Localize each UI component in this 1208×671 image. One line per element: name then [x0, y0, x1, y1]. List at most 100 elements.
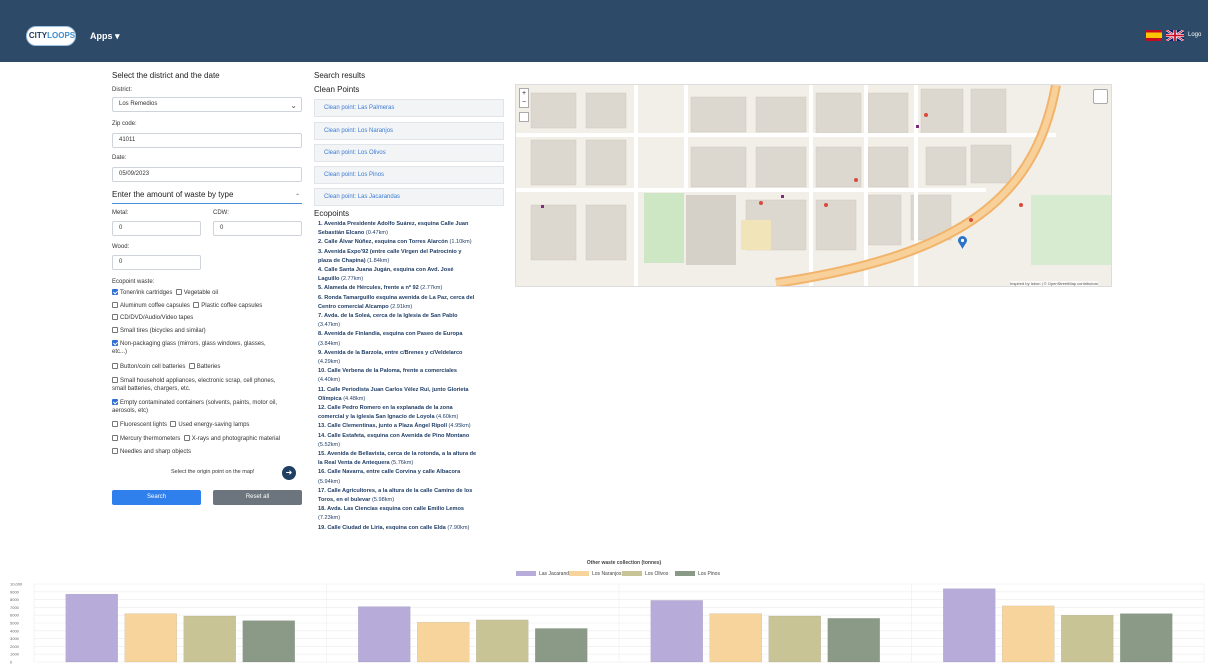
ecopoint-line[interactable]: Olímpica (4.48km): [318, 395, 508, 403]
ecopoint-line[interactable]: (5.94km): [318, 478, 508, 486]
ecopoint-line[interactable]: plaza de Chapina) (1.84km): [318, 257, 508, 265]
ecopoint-line[interactable]: 19. Calle Ciudad de Liria, esquina con c…: [318, 524, 508, 532]
checkbox[interactable]: [112, 302, 118, 308]
checkbox[interactable]: [112, 377, 118, 383]
ecopoint-line[interactable]: 6. Ronda Tamarguillo esquina avenida de …: [318, 294, 508, 302]
ecopoint-line[interactable]: 11. Calle Periodista Juan Carlos Vélez R…: [318, 386, 508, 394]
checkbox[interactable]: [112, 289, 118, 295]
clean-point-item[interactable]: Clean point: Los Olivos: [314, 144, 504, 162]
ecopoint-line[interactable]: 4. Calle Santa Juana Jugán, esquina con …: [318, 266, 508, 274]
bar-los-pinos[interactable]: [1120, 613, 1173, 663]
checkbox-row[interactable]: Toner/ink cartridges Vegetable oil: [112, 289, 302, 297]
checkbox[interactable]: [112, 421, 118, 427]
checkbox-row[interactable]: Small tires (bicycles and similar): [112, 327, 302, 335]
bar-los-pinos[interactable]: [535, 628, 588, 663]
collapse-icon[interactable]: ⌃: [295, 193, 300, 200]
date-input[interactable]: 05/09/2023: [112, 167, 302, 182]
ecopoint-line[interactable]: 9. Avenida de la Barzola, entre c/Brenes…: [318, 349, 508, 357]
ecopoint-line[interactable]: 12. Calle Pedro Romero en la explanada d…: [318, 404, 508, 412]
ecopoint-line[interactable]: (3.84km): [318, 340, 508, 348]
spanish-flag-icon[interactable]: [1146, 30, 1162, 41]
clean-point-item[interactable]: Clean point: Los Naranjos: [314, 122, 504, 140]
checkbox[interactable]: [112, 340, 118, 346]
bar-los-olivos[interactable]: [476, 619, 529, 663]
uk-flag-icon[interactable]: [1166, 30, 1184, 41]
checkbox-row[interactable]: Aluminum coffee capsules Plastic coffee …: [112, 302, 302, 310]
apps-menu[interactable]: Apps ▾: [90, 31, 120, 42]
ecopoint-line[interactable]: 5. Alameda de Hércules, frente a nº 92 (…: [318, 284, 508, 292]
checkbox[interactable]: [112, 399, 118, 405]
ecopoint-line[interactable]: 17. Calle Agricultores, a la altura de l…: [318, 487, 508, 495]
ecopoint-line[interactable]: 1. Avenida Presidente Adolfo Suárez, esq…: [318, 220, 508, 228]
bar-los-naranjos[interactable]: [709, 613, 762, 663]
ecopoint-line[interactable]: 10. Calle Verbena de la Paloma, frente a…: [318, 367, 508, 375]
ecopoint-line[interactable]: Centro comercial Alcampo (2.91km): [318, 303, 508, 311]
ecopoint-line[interactable]: Sebastián Elcano (0.47km): [318, 229, 508, 237]
ecopoint-line[interactable]: comercial y la iglesia San Ignacio de Lo…: [318, 413, 508, 421]
logout-link[interactable]: Logo: [1188, 32, 1201, 38]
clean-point-item[interactable]: Clean point: Las Jacarandas: [314, 188, 504, 206]
bar-las-jacarandas[interactable]: [358, 606, 411, 663]
bar-los-naranjos[interactable]: [124, 613, 177, 663]
zip-input[interactable]: 41011: [112, 133, 302, 148]
checkbox[interactable]: [175, 289, 182, 295]
checkbox-row[interactable]: Needles and sharp objects: [112, 448, 302, 456]
bar-las-jacarandas[interactable]: [943, 588, 996, 663]
ecopoint-line[interactable]: 15. Avenida de Bellavista, cerca de la r…: [318, 450, 508, 458]
checkbox-row[interactable]: Button/coin cell batteries Batteries: [112, 363, 302, 371]
bar-los-naranjos[interactable]: [417, 621, 470, 663]
arrow-right-icon[interactable]: ➜: [282, 466, 296, 480]
bar-los-olivos[interactable]: [183, 615, 236, 663]
checkbox-row[interactable]: Mercury thermometers X-rays and photogra…: [112, 435, 302, 443]
bar-los-pinos[interactable]: [827, 618, 880, 663]
bar-las-jacarandas[interactable]: [650, 600, 703, 663]
reset-all-button[interactable]: Reset all: [213, 490, 302, 505]
ecopoint-line[interactable]: 13. Calle Clementinas, junto a Plaza Áng…: [318, 422, 508, 430]
map-view[interactable]: [515, 84, 1112, 287]
clean-point-item[interactable]: Clean point: Los Pinos: [314, 166, 504, 184]
checkbox[interactable]: [188, 363, 195, 369]
clean-point-item[interactable]: Clean point: Las Palmeras: [314, 99, 504, 117]
legend-item[interactable]: Los Olivos: [622, 571, 668, 577]
ecopoint-line[interactable]: 18. Avda. Las Ciencias esquina con calle…: [318, 505, 508, 513]
ecopoint-line[interactable]: Toros, en el bulevar (5.98km): [318, 496, 508, 504]
ecopoint-line[interactable]: 2. Calle Álvar Núñez, esquina con Torres…: [318, 238, 508, 246]
ecopoint-line[interactable]: 14. Calle Estafeta, esquina con Avenida …: [318, 432, 508, 440]
wood-input[interactable]: 0: [112, 255, 201, 270]
bar-los-olivos[interactable]: [768, 615, 821, 663]
cdw-input[interactable]: 0: [213, 221, 302, 236]
ecopoint-line[interactable]: 16. Calle Navarra, entre calle Corvina y…: [318, 468, 508, 476]
ecopoint-line[interactable]: la Real Venta de Antequera (5.76km): [318, 459, 508, 467]
ecopoint-line[interactable]: 8. Avenida de Finlandia, esquina con Pas…: [318, 330, 508, 338]
ecopoint-line[interactable]: (3.47km): [318, 321, 508, 329]
checkbox-row[interactable]: CD/DVD/Audio/Video tapes: [112, 314, 302, 322]
checkbox-row[interactable]: Small household appliances, electronic s…: [112, 377, 302, 393]
checkbox[interactable]: [112, 327, 118, 333]
checkbox-row[interactable]: Non-packaging glass (mirrors, glass wind…: [112, 340, 302, 356]
checkbox[interactable]: [193, 302, 200, 308]
fullscreen-icon[interactable]: [519, 112, 529, 122]
zoom-out-button[interactable]: −: [520, 98, 528, 107]
bar-los-olivos[interactable]: [1061, 614, 1114, 663]
zoom-control[interactable]: + −: [519, 88, 529, 108]
checkbox-row[interactable]: Empty contaminated containers (solvents,…: [112, 399, 302, 415]
legend-item[interactable]: Los Naranjos: [569, 571, 621, 577]
checkbox[interactable]: [112, 448, 118, 454]
checkbox-row[interactable]: Fluorescent lights Used energy-saving la…: [112, 421, 302, 429]
district-select[interactable]: Los Remedios ⌄: [112, 97, 302, 112]
legend-item[interactable]: Las Jacarandas: [516, 571, 574, 577]
bar-los-pinos[interactable]: [242, 620, 295, 663]
ecopoint-line[interactable]: (4.29km): [318, 358, 508, 366]
ecopoint-line[interactable]: 3. Avenida Expo'92 (entre calle Virgen d…: [318, 248, 508, 256]
ecopoint-line[interactable]: (5.52km): [318, 441, 508, 449]
checkbox[interactable]: [112, 363, 118, 369]
legend-item[interactable]: Los Pinos: [675, 571, 720, 577]
map-attribution[interactable]: Inspired by Isbon | © OpenStreetMap cont…: [1010, 281, 1099, 286]
bar-los-naranjos[interactable]: [1002, 605, 1055, 663]
checkbox[interactable]: [112, 435, 118, 441]
ecopoint-line[interactable]: (4.40km): [318, 376, 508, 384]
zoom-in-button[interactable]: +: [520, 89, 528, 98]
ecopoint-line[interactable]: Laguillo (2.77km): [318, 275, 508, 283]
checkbox[interactable]: [183, 435, 190, 441]
ecopoint-line[interactable]: (7.23km): [318, 514, 508, 522]
